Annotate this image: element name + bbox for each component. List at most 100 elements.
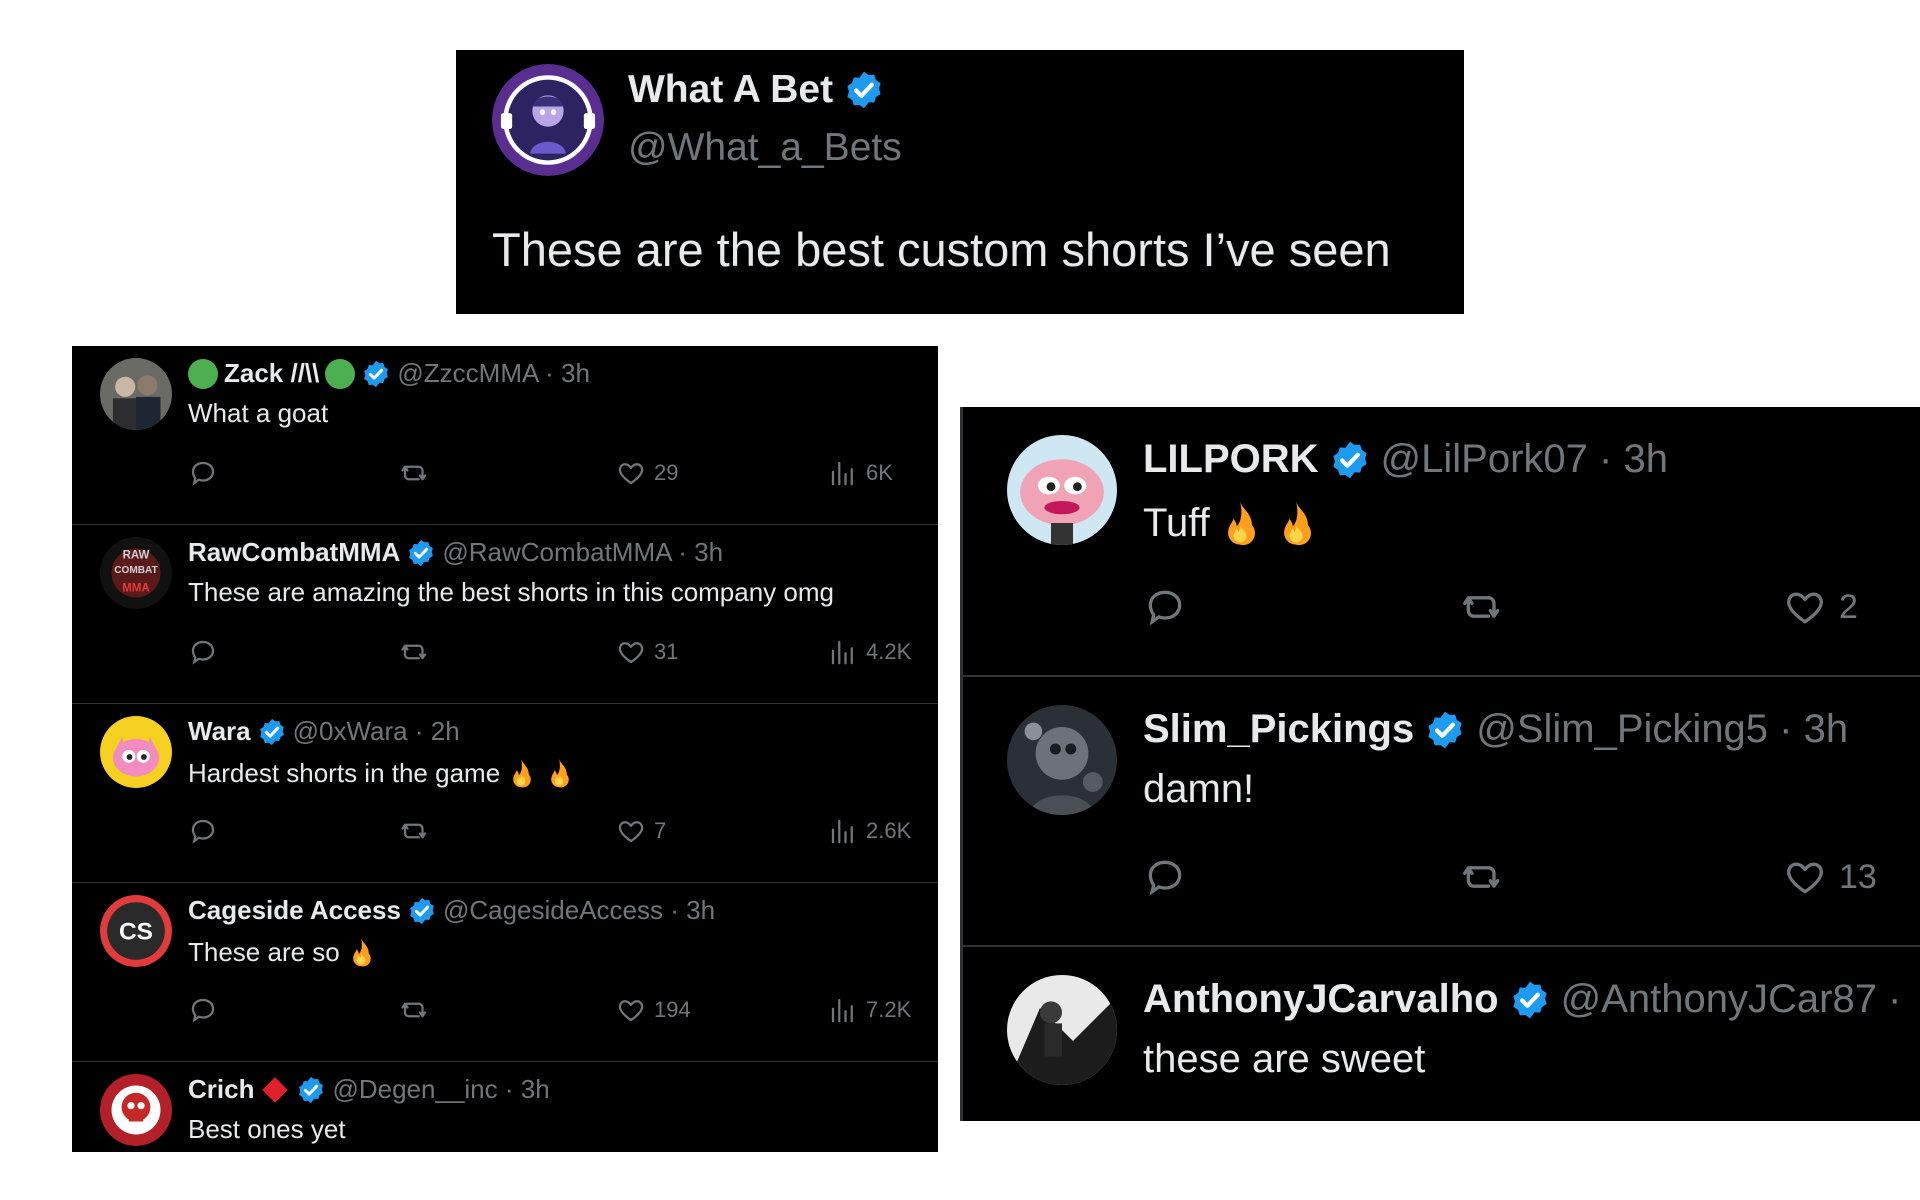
reply-button[interactable]	[1143, 585, 1187, 629]
author-name[interactable]: LILPORK	[1143, 437, 1319, 482]
heart-icon	[1783, 855, 1827, 899]
retweet-icon	[400, 816, 430, 846]
like-button[interactable]: 7	[616, 816, 666, 846]
action-bar: 2	[1143, 585, 1903, 635]
heart-icon	[616, 637, 646, 667]
reply-text: These are amazing the best shorts in thi…	[188, 577, 834, 608]
reply-row[interactable]: AnthonyJCarvalho @AnthonyJCar87 · these …	[963, 947, 1920, 1121]
view-count: 6K	[866, 460, 893, 485]
views-icon	[828, 458, 858, 488]
like-button[interactable]: 2	[1783, 585, 1858, 629]
reply-button[interactable]	[188, 995, 218, 1025]
like-button[interactable]: 194	[616, 995, 691, 1025]
author-name[interactable]: AnthonyJCarvalho	[1143, 977, 1499, 1022]
top-tweet[interactable]: What A Bet @What_a_Bets These are the be…	[456, 50, 1464, 314]
author-name[interactable]: Zack //\\	[224, 358, 319, 389]
reply-row[interactable]: RAW COMBAT MMA RawCombatMMA @RawCombatMM…	[72, 525, 938, 704]
author-name[interactable]: Cageside Access	[188, 895, 401, 926]
retweet-icon	[1461, 585, 1505, 629]
author-name[interactable]: RawCombatMMA	[188, 537, 400, 568]
handle-time[interactable]: @ZzccMMA · 3h	[397, 358, 590, 389]
like-button[interactable]: 29	[616, 458, 678, 488]
green-circle-icon	[188, 358, 218, 389]
avatar[interactable]	[100, 358, 172, 430]
reply-text: What a goat	[188, 398, 328, 429]
like-count: 29	[654, 460, 679, 485]
avatar[interactable]: RAW COMBAT MMA	[100, 537, 172, 609]
reply-text: damn!	[1143, 767, 1254, 812]
reply-header: RawCombatMMA @RawCombatMMA · 3h	[188, 537, 723, 568]
avatar[interactable]	[1007, 435, 1117, 545]
like-button[interactable]: 13	[1783, 855, 1877, 899]
reply-button[interactable]	[1143, 855, 1187, 899]
avatar[interactable]	[100, 1074, 172, 1146]
avatar-text: CS	[119, 919, 153, 946]
reply-row[interactable]: Crich @Degen__inc · 3h Best ones yet	[72, 1062, 938, 1152]
handle-time[interactable]: @AnthonyJCar87 ·	[1561, 977, 1902, 1022]
reply-icon	[188, 637, 218, 667]
verified-icon	[1424, 709, 1466, 751]
avatar[interactable]	[100, 716, 172, 788]
views-button[interactable]: 2.6K	[828, 816, 911, 846]
like-count: 2	[1839, 587, 1858, 626]
reply-header: Wara @0xWara · 2h	[188, 716, 460, 747]
like-count: 13	[1839, 857, 1877, 896]
reply-row[interactable]: Wara @0xWara · 2h Hardest shorts in the …	[72, 704, 938, 883]
svg-text:COMBAT: COMBAT	[114, 565, 158, 576]
reply-button[interactable]	[188, 458, 218, 488]
author-name-row: What A Bet	[628, 68, 885, 112]
reply-header: Crich @Degen__inc · 3h	[188, 1074, 550, 1105]
reply-row[interactable]: LILPORK @LilPork07 · 3h Tuff 2	[963, 407, 1920, 677]
reply-row[interactable]: Slim_Pickings @Slim_Picking5 · 3h damn! …	[963, 677, 1920, 947]
reply-row[interactable]: Zack //\\ @ZzccMMA · 3h What a goat 29 6…	[72, 346, 938, 525]
handle-time[interactable]: @LilPork07 · 3h	[1381, 437, 1668, 482]
handle-time[interactable]: @Degen__inc · 3h	[332, 1074, 549, 1105]
views-icon	[828, 995, 858, 1025]
reply-header: AnthonyJCarvalho @AnthonyJCar87 ·	[1143, 977, 1901, 1022]
view-count: 2.6K	[866, 818, 912, 843]
action-bar: 31 4.2K	[188, 637, 912, 673]
handle-time[interactable]: @Slim_Picking5 · 3h	[1476, 707, 1848, 752]
reply-button[interactable]	[188, 637, 218, 667]
handle-time[interactable]: @0xWara · 2h	[293, 716, 460, 747]
author-name[interactable]: Wara	[188, 716, 251, 747]
retweet-button[interactable]	[1461, 855, 1505, 899]
avatar[interactable]	[1007, 975, 1117, 1085]
author-name[interactable]: What A Bet	[628, 68, 833, 112]
author-name[interactable]: Slim_Pickings	[1143, 707, 1414, 752]
verified-icon	[296, 1075, 326, 1105]
reply-text-content: These are so	[188, 936, 340, 967]
reply-row[interactable]: CS Cageside Access @CagesideAccess · 3h …	[72, 883, 938, 1062]
heart-icon	[616, 995, 646, 1025]
avatar[interactable]: CS	[100, 895, 172, 967]
retweet-icon	[400, 637, 430, 667]
green-circle-icon	[325, 358, 356, 389]
like-button[interactable]: 31	[616, 637, 678, 667]
fire-icon	[344, 935, 378, 969]
retweet-button[interactable]	[400, 458, 430, 488]
views-button[interactable]: 6K	[828, 458, 893, 488]
views-button[interactable]: 4.2K	[828, 637, 911, 667]
author-handle[interactable]: @What_a_Bets	[628, 126, 902, 170]
fire-icon	[542, 756, 576, 790]
author-name[interactable]: Crich	[188, 1074, 254, 1105]
views-button[interactable]: 7.2K	[828, 995, 911, 1025]
retweet-button[interactable]	[1461, 585, 1505, 629]
verified-icon	[406, 538, 436, 568]
handle-time[interactable]: @CagesideAccess · 3h	[443, 895, 715, 926]
reply-icon	[1143, 585, 1187, 629]
tweet-text: These are the best custom shorts I’ve se…	[492, 223, 1391, 276]
retweet-button[interactable]	[400, 816, 430, 846]
reply-text-content: These are amazing the best shorts in thi…	[188, 577, 834, 607]
handle-time[interactable]: @RawCombatMMA · 3h	[442, 537, 723, 568]
reply-button[interactable]	[188, 816, 218, 846]
avatar[interactable]	[1007, 705, 1117, 815]
retweet-button[interactable]	[400, 637, 430, 667]
reply-header: Slim_Pickings @Slim_Picking5 · 3h	[1143, 707, 1848, 752]
fire-icon	[1214, 497, 1266, 549]
retweet-button[interactable]	[400, 995, 430, 1025]
reply-text: Tuff	[1143, 497, 1322, 549]
heart-icon	[616, 458, 646, 488]
what-a-bet-avatar[interactable]	[492, 64, 604, 176]
svg-text:MMA: MMA	[122, 583, 150, 595]
